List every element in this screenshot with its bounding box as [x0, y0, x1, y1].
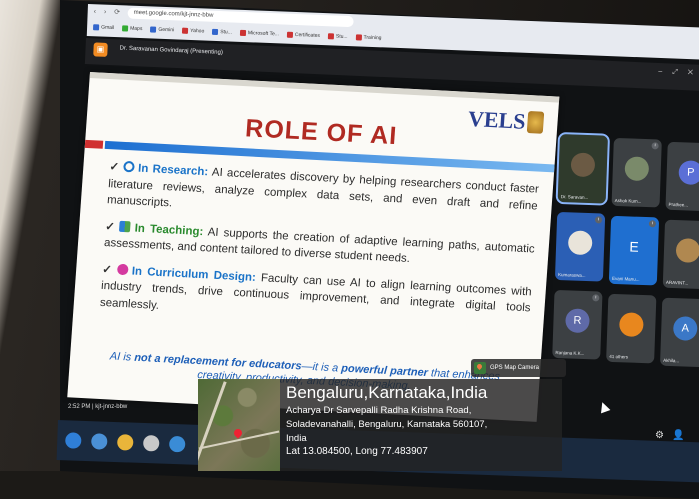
bookmark-icon: [355, 34, 362, 41]
bookmark-item[interactable]: Gmail: [92, 21, 115, 34]
nav-buttons[interactable]: ‹ › ⟳: [94, 7, 124, 16]
participant-tile[interactable]: A Akhila...: [659, 297, 699, 368]
avatar: P: [678, 160, 699, 185]
media-icon[interactable]: [142, 434, 160, 452]
bullet-heading: In Research:: [137, 162, 209, 179]
bullet-heading: In Curriculum Design:: [131, 264, 257, 284]
bookmark-icon: [327, 33, 335, 40]
gps-address-line: Soladevanahalli, Bengaluru, Karnataka 56…: [286, 419, 488, 430]
gps-camera-icon: [474, 362, 486, 374]
bookmark-item[interactable]: Stu...: [327, 30, 348, 43]
start-icon[interactable]: [65, 432, 82, 449]
avatar: [618, 312, 644, 338]
bookmark-item[interactable]: Training: [355, 31, 382, 44]
avatar: E: [629, 238, 640, 255]
participant-tile[interactable]: P Prathee...: [665, 141, 699, 212]
logo-seal-icon: [526, 110, 545, 134]
participant-name: Akhila...: [663, 357, 680, 364]
ie-icon[interactable]: [91, 433, 108, 450]
checkmark-icon: ✓: [101, 263, 115, 277]
magnifier-icon: [122, 160, 135, 173]
bookmark-item[interactable]: Maps: [122, 22, 143, 35]
participant-tile[interactable]: Dr. Saravan...: [555, 131, 611, 206]
gps-info-box: Bengaluru,Karnataka,India Acharya Dr Sar…: [280, 379, 562, 471]
title-underline-red: [84, 139, 104, 149]
bookmark-icon: [122, 25, 129, 32]
participant-tile[interactable]: ı Kumaraswa...: [554, 211, 606, 282]
gps-address-line: Acharya Dr Sarvepalli Radha Krishna Road…: [286, 405, 472, 416]
avatar: [624, 156, 650, 182]
mic-icon: ı: [648, 220, 657, 228]
participant-name: Ranjana K.K...: [555, 349, 585, 356]
participant-name: ARAVINT...: [665, 279, 689, 286]
slide-body: ✓ In Research: AI accelerates discovery b…: [99, 159, 540, 343]
mic-icon: ı: [651, 142, 659, 150]
presenting-label: Dr. Saravanan Govindaraj (Presenting): [119, 45, 223, 56]
meeting-time-code: 2:52 PM | kjt-jnnz-bbw: [68, 404, 128, 410]
participant-tile[interactable]: ı R Ranjana K.K...: [552, 289, 603, 360]
participant-name: Evani Manu...: [611, 275, 640, 282]
settings-icon[interactable]: ⚙: [655, 430, 664, 441]
bookmark-item[interactable]: Yahoo: [182, 25, 205, 38]
participant-name: Prathee...: [668, 201, 689, 208]
bookmark-item[interactable]: Microsoft Te...: [239, 27, 279, 40]
participant-name: Kumaraswa...: [558, 272, 586, 278]
location-pin-icon: [232, 427, 244, 439]
bookmark-icon: [212, 28, 219, 36]
gps-camera-tag: GPS Map Camera: [471, 359, 566, 377]
participant-tile[interactable]: 41 others: [606, 293, 657, 364]
bookmark-item[interactable]: Stu...: [212, 26, 232, 39]
logo-text: VELS: [467, 105, 527, 134]
bullet-heading: In Teaching:: [134, 222, 204, 238]
pink-dot-icon: [116, 263, 129, 275]
participant-tile[interactable]: ARAVINT...: [662, 219, 699, 290]
gps-coordinates: Lat 13.084500, Long 77.483907: [286, 446, 428, 457]
avatar: R: [565, 308, 590, 334]
participant-name: 41 others: [609, 353, 629, 360]
bookmark-icon: [239, 29, 247, 37]
app-icon[interactable]: [168, 435, 186, 453]
avatar: [567, 230, 593, 256]
participant-tile[interactable]: ı E Evani Manu...: [608, 215, 660, 286]
bookmark-icon: [92, 24, 100, 31]
bookmark-icon: [182, 27, 189, 34]
avatar: [570, 152, 596, 178]
mic-icon: ı: [594, 216, 603, 224]
avatar: [675, 238, 699, 263]
map-thumbnail: [198, 379, 280, 471]
bookmark-item[interactable]: Certificates: [286, 29, 320, 42]
checkmark-icon: ✓: [104, 220, 118, 234]
avatar: A: [672, 316, 698, 341]
present-icon[interactable]: ▣: [93, 42, 108, 57]
participant-name: Ashok Kum...: [614, 197, 642, 204]
participant-name: Dr. Saravan...: [560, 194, 589, 201]
people-icon[interactable]: 👤: [672, 430, 684, 441]
footer-text: AI is: [109, 350, 135, 364]
gps-app-label: GPS Map Camera: [490, 365, 540, 371]
bullet-curriculum: ✓ In Curriculum Design: Faculty can use A…: [99, 261, 532, 333]
vels-logo: VELS: [467, 105, 545, 136]
participant-grid: Dr. Saravan... ı Ashok Kum... P Prathee.…: [551, 131, 699, 389]
participant-tile[interactable]: ı Ashok Kum...: [611, 137, 662, 208]
bookmark-icon: [150, 26, 157, 33]
gps-address-line: India: [286, 433, 307, 444]
checkmark-icon: ✓: [108, 161, 121, 174]
books-icon: [119, 220, 132, 232]
map-road: [198, 381, 227, 469]
bookmark-item[interactable]: Gemini: [150, 23, 174, 36]
bookmark-icon: [286, 31, 294, 38]
gps-city: Bengaluru,Karnataka,India: [286, 383, 488, 402]
mic-icon: ı: [592, 294, 600, 302]
folder-icon[interactable]: [116, 434, 134, 451]
footer-text: —it is a: [301, 360, 342, 375]
bullet-research: ✓ In Research: AI accelerates discovery b…: [107, 159, 540, 231]
window-controls[interactable]: – ⤢ ✕: [658, 68, 697, 78]
